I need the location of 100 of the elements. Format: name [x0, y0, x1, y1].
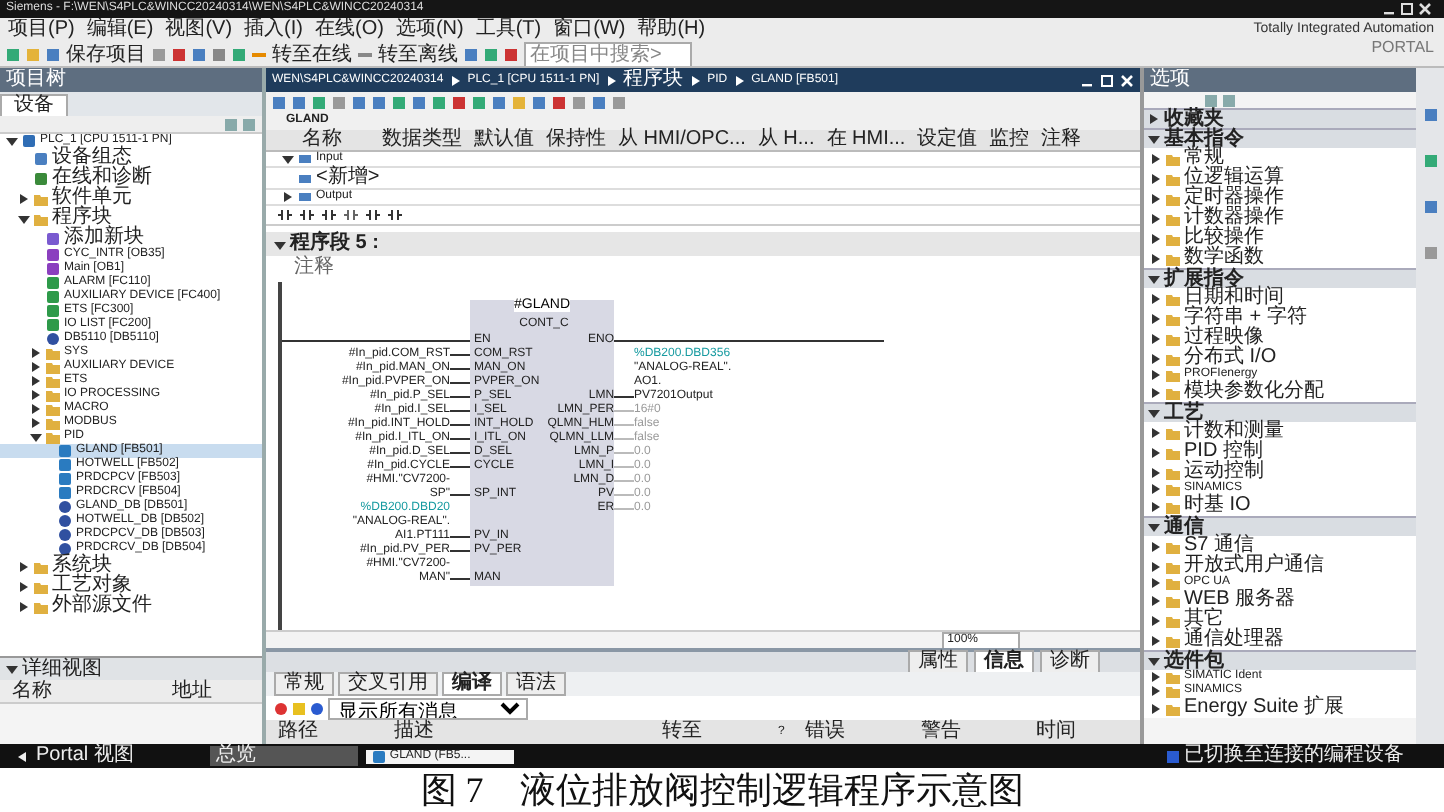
caret-down-icon[interactable] — [1148, 654, 1160, 668]
taskbar-item[interactable]: 总览 — [209, 746, 358, 766]
instruction-folder[interactable]: 运动控制 — [1144, 462, 1416, 482]
instruction-folder[interactable]: 定时器操作 — [1144, 188, 1416, 208]
menu-item[interactable]: 编辑(E) — [86, 20, 154, 40]
caret-right-icon[interactable] — [18, 579, 30, 593]
maximize-icon[interactable] — [1400, 2, 1414, 16]
instruction-folder[interactable]: 时基 IO — [1144, 496, 1416, 516]
caret-down-icon[interactable] — [274, 237, 286, 251]
devices-tab[interactable]: 设备 — [0, 93, 68, 115]
caret-right-icon[interactable] — [18, 559, 30, 573]
interface-row-label[interactable]: <新增> — [316, 168, 380, 188]
menu-item[interactable]: 选项(N) — [395, 20, 464, 40]
column-header: 保持性 — [546, 130, 606, 150]
status-text: 已切换至连接的编程设备 — [1184, 746, 1404, 766]
side-tab-icon[interactable] — [1423, 200, 1437, 214]
column-header: 从 H... — [757, 130, 815, 150]
section-header[interactable]: 工艺 — [1164, 403, 1204, 423]
column-header: 描述 — [391, 722, 436, 742]
caret-right-icon[interactable] — [18, 191, 30, 205]
tree-item[interactable]: 程序块 — [0, 208, 262, 228]
caret-down-icon[interactable] — [1148, 132, 1160, 146]
tree-item[interactable]: 添加新块 — [0, 228, 262, 248]
tree-item[interactable]: 软件单元 — [0, 188, 262, 208]
caret-down-icon[interactable] — [1148, 272, 1160, 286]
error-icon[interactable] — [274, 701, 288, 715]
instruction-folder[interactable]: 分布式 I/O — [1144, 348, 1416, 368]
instruction-folder[interactable]: 位逻辑运算 — [1144, 168, 1416, 188]
message-filter-dropdown[interactable]: 显示所有消息 — [328, 697, 528, 719]
instruction-folder[interactable]: 数学函数 — [1144, 248, 1416, 268]
contact-icon[interactable] — [344, 208, 358, 222]
column-header: 从 HMI/OPC... — [618, 130, 746, 150]
caret-down-icon[interactable] — [1148, 520, 1160, 534]
block-icon — [371, 749, 386, 763]
inspector-tab[interactable]: 语法 — [506, 672, 566, 696]
column-header: 监控 — [989, 130, 1030, 150]
instruction-folder[interactable]: WEB 服务器 — [1144, 590, 1416, 610]
tree-item[interactable]: 设备组态 — [0, 148, 262, 168]
contact-icon[interactable] — [278, 208, 292, 222]
inspector-tab[interactable]: 常规 — [274, 672, 334, 696]
breadcrumb-separator-icon — [449, 73, 462, 87]
caret-right-icon[interactable] — [1148, 112, 1160, 126]
info-icon[interactable] — [310, 701, 324, 715]
contact-icon[interactable] — [322, 208, 336, 222]
contact-icon[interactable] — [388, 208, 402, 222]
menu-item[interactable]: 项目(P) — [8, 20, 75, 40]
column-header: 名称 — [302, 130, 342, 150]
caret-down-icon[interactable] — [18, 211, 30, 225]
menu-item[interactable]: 在线(O) — [314, 20, 384, 40]
go-online-button[interactable]: 转至在线 — [272, 45, 352, 65]
contact-icon[interactable] — [300, 208, 314, 222]
go-offline-button[interactable]: 转至离线 — [378, 45, 458, 65]
caret-down-icon[interactable] — [6, 662, 18, 676]
menu-item[interactable]: 视图(V) — [165, 20, 233, 40]
panel-title: 项目树 — [6, 70, 66, 90]
instruction-folder[interactable]: 计数和测量 — [1144, 422, 1416, 442]
instruction-folder[interactable]: PID 控制 — [1144, 442, 1416, 462]
instruction-folder[interactable]: 开放式用户通信 — [1144, 556, 1416, 576]
caret-down-icon[interactable] — [282, 152, 294, 166]
instruction-folder[interactable]: 比较操作 — [1144, 228, 1416, 248]
search-field[interactable]: 在项目中搜索> — [524, 42, 692, 66]
tree-item[interactable]: 外部源文件 — [0, 596, 262, 616]
panel-title: 详细视图 — [22, 659, 102, 679]
inspector-tab[interactable]: 信息 — [974, 650, 1034, 674]
save-project-button[interactable]: 保存项目 — [66, 45, 146, 65]
close-icon[interactable] — [1418, 2, 1432, 16]
inspector-tab[interactable]: 交叉引用 — [338, 672, 438, 696]
caret-down-icon[interactable] — [6, 134, 18, 148]
caret-right-icon[interactable] — [18, 599, 30, 613]
contact-icon[interactable] — [366, 208, 380, 222]
instruction-folder[interactable]: 其它 — [1144, 610, 1416, 630]
section-header[interactable]: 通信 — [1164, 517, 1204, 537]
tree-item[interactable]: 在线和诊断 — [0, 168, 262, 188]
instruction-folder[interactable]: 日期和时间 — [1144, 288, 1416, 308]
breadcrumb-separator-icon — [605, 73, 618, 87]
instruction-folder[interactable]: 过程映像 — [1144, 328, 1416, 348]
tree-item[interactable]: 工艺对象 — [0, 576, 262, 596]
portal-view-button[interactable]: Portal 视图 — [8, 744, 134, 768]
column-header: 在 HMI... — [826, 130, 906, 150]
caret-down-icon[interactable] — [1148, 406, 1160, 420]
instruction-folder[interactable]: Energy Suite 扩展 — [1144, 698, 1416, 718]
brand-subtitle: PORTAL — [1369, 38, 1434, 56]
caret-right-icon[interactable] — [282, 190, 294, 204]
inspector-tab[interactable]: 诊断 — [1040, 650, 1100, 674]
column-header: 设定值 — [917, 130, 978, 150]
inspector-tab[interactable]: 编译 — [442, 672, 502, 696]
inspector-tab[interactable]: 属性 — [908, 650, 968, 674]
tree-item[interactable]: 系统块 — [0, 556, 262, 576]
column-header: 地址 — [172, 681, 212, 701]
menu-item[interactable]: 插入(I) — [244, 20, 303, 40]
instruction-folder[interactable]: S7 通信 — [1144, 536, 1416, 556]
menu-item[interactable]: 工具(T) — [475, 20, 542, 40]
instruction-folder[interactable]: 模块参数化分配 — [1144, 382, 1416, 402]
instruction-folder[interactable]: 通信处理器 — [1144, 630, 1416, 650]
instruction-folder[interactable]: 常规 — [1144, 148, 1416, 168]
menu-item[interactable]: 帮助(H) — [637, 20, 706, 40]
instruction-folder[interactable]: 字符串 + 字符 — [1144, 308, 1416, 328]
side-tab-icon[interactable] — [1423, 108, 1437, 122]
instruction-folder[interactable]: 计数器操作 — [1144, 208, 1416, 228]
column-header: 注释 — [1041, 130, 1082, 150]
